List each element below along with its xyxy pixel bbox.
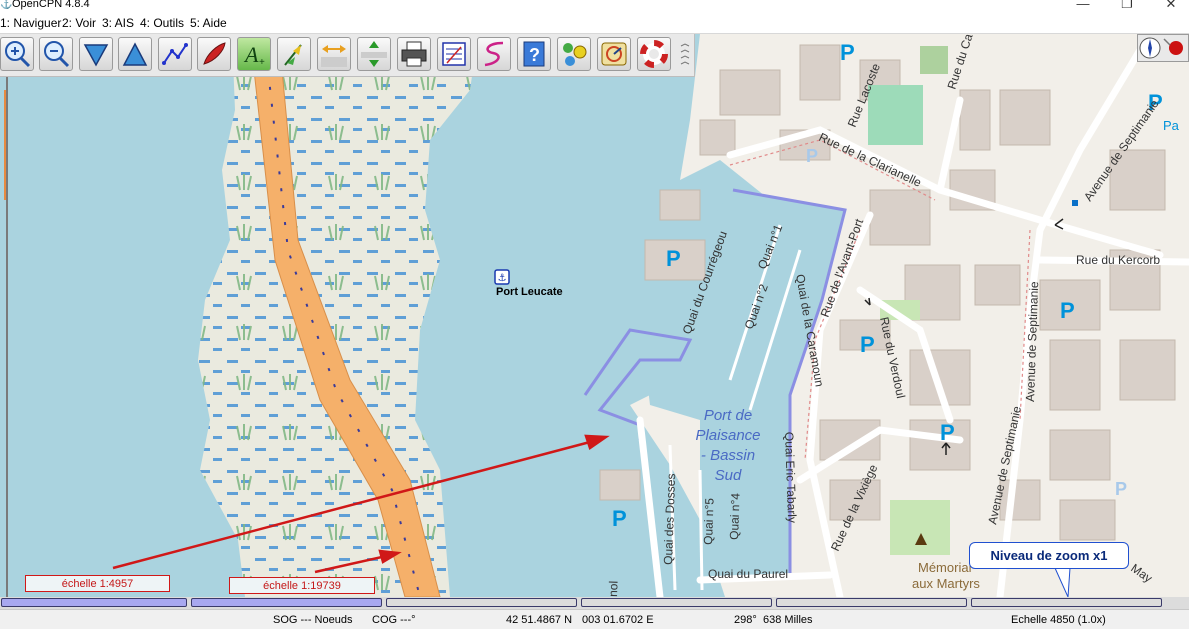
svg-text:A: A (243, 42, 259, 67)
longitude-readout: 003 01.6702 E (582, 614, 654, 626)
svg-text:?: ? (529, 45, 540, 65)
street-label: Quai n°4 (727, 492, 743, 540)
chart-canvas[interactable]: P P P P P P P P P Rue Lacoste Rue du Ca … (0, 34, 1189, 597)
chart-tile[interactable] (386, 598, 577, 607)
scale-annotation-2: échelle 1:19739 (229, 577, 375, 594)
main-toolbar: A + ? (0, 34, 695, 77)
sog-readout: SOG --- Noeuds (273, 614, 353, 626)
menu-naviguer[interactable]: 1: Naviguer (0, 16, 61, 30)
title-bar: ⚓ OpenCPN 4.8.4 — ❐ ✕ (0, 0, 1189, 13)
scale-up-icon (122, 42, 148, 66)
compass-widget[interactable] (1137, 34, 1189, 62)
route-icon (162, 43, 188, 65)
scale-down-button[interactable] (79, 37, 113, 71)
cog-readout: COG ---° (372, 614, 416, 626)
scale-up-button[interactable] (118, 37, 152, 71)
auto-follow-icon (203, 42, 226, 65)
help-button[interactable]: ? (517, 37, 551, 71)
map-label-pa: Pa (1163, 118, 1180, 133)
opencpn-logo-icon: ⚓ (0, 0, 13, 10)
track-icon (484, 41, 504, 67)
tide-icon (284, 44, 302, 66)
street-label: nol (606, 581, 621, 597)
close-button[interactable]: ✕ (1148, 0, 1189, 12)
street-label: Quai n°5 (701, 497, 717, 545)
water-label: Plaisance (695, 427, 760, 444)
distance-readout: 638 Milles (763, 614, 813, 626)
route-manager-button[interactable] (437, 37, 471, 71)
text-toggle-button[interactable]: A + (237, 37, 271, 71)
print-icon (401, 41, 427, 67)
zoom-out-button[interactable] (39, 37, 73, 71)
width-button[interactable] (317, 37, 351, 71)
parking-sign: P (840, 40, 855, 65)
street-label: Rue du Kercorb (1076, 253, 1160, 267)
text-icon: A + (243, 42, 265, 68)
memorial-label: Mémorial (918, 560, 972, 575)
parking-sign: P (666, 246, 681, 271)
mob-button[interactable] (637, 37, 671, 71)
options-icon (563, 43, 587, 66)
menu-voir[interactable]: 2: Voir (62, 16, 96, 30)
minimize-button[interactable]: — (1060, 0, 1106, 12)
window-title: OpenCPN 4.8.4 (12, 0, 90, 10)
parking-sign: P (860, 332, 875, 357)
menu-bar: 1: Naviguer 2: Voir 3: AIS 4: Outils 5: … (0, 13, 1189, 34)
height-icon (361, 41, 387, 67)
water-label: Sud (715, 467, 742, 484)
scale-readout: Echelle 4850 (1.0x) (1011, 614, 1106, 626)
zoom-out-icon (44, 41, 70, 68)
chart-tile[interactable] (776, 598, 967, 607)
scale-down-icon (83, 44, 109, 67)
scale-annotation-1: échelle 1:4957 (25, 575, 170, 592)
chart-map: P P P P P P P P P Rue Lacoste Rue du Ca … (0, 34, 1189, 597)
street-label: Quai du Paurel (708, 567, 788, 581)
menu-ais[interactable]: 3: AIS (102, 16, 134, 30)
chart-selection-bar (0, 597, 1189, 609)
chart-tile[interactable] (1, 598, 187, 607)
parking-sign-faded: P (1115, 479, 1127, 499)
route-manager-icon (442, 42, 466, 66)
latitude-readout: 42 51.4867 N (506, 614, 573, 626)
lifebuoy-icon (640, 40, 668, 68)
toolbar-grip-icon[interactable] (680, 42, 690, 70)
chart-tile[interactable] (971, 598, 1162, 607)
memorial-label: aux Martyrs (912, 576, 980, 591)
track-button[interactable] (477, 37, 511, 71)
bus-stop-icon (1072, 200, 1078, 206)
parking-sign: P (612, 506, 627, 531)
ais-button[interactable] (597, 37, 631, 71)
zoom-in-icon (5, 41, 31, 68)
parking-sign: P (940, 420, 955, 445)
ais-icon (601, 42, 627, 66)
options-button[interactable] (557, 37, 591, 71)
auto-follow-button[interactable] (197, 37, 231, 71)
help-icon: ? (523, 41, 545, 67)
menu-aide[interactable]: 5: Aide (190, 16, 227, 30)
chart-tile[interactable] (581, 598, 772, 607)
zoom-level-callout: Niveau de zoom x1 (969, 542, 1129, 569)
svg-text:⚓: ⚓ (498, 273, 507, 284)
menu-outils[interactable]: 4: Outils (140, 16, 184, 30)
svg-text:+: + (259, 57, 265, 68)
parking-sign-faded: P (806, 146, 818, 166)
zoom-in-button[interactable] (0, 37, 34, 71)
print-button[interactable] (397, 37, 431, 71)
compass-icon (1139, 37, 1183, 59)
width-icon (321, 45, 347, 67)
maximize-button[interactable]: ❐ (1104, 0, 1150, 12)
chart-tile[interactable] (191, 598, 382, 607)
height-button[interactable] (357, 37, 391, 71)
tide-button[interactable] (277, 37, 311, 71)
bearing-readout: 298° (734, 614, 757, 626)
water-label: - Bassin (701, 447, 755, 464)
route-button[interactable] (158, 37, 192, 71)
port-label: Port Leucate (496, 286, 563, 298)
parking-sign: P (1060, 298, 1075, 323)
status-bar: SOG --- Noeuds COG ---° 42 51.4867 N 003… (0, 609, 1189, 629)
water-label: Port de (704, 407, 752, 424)
